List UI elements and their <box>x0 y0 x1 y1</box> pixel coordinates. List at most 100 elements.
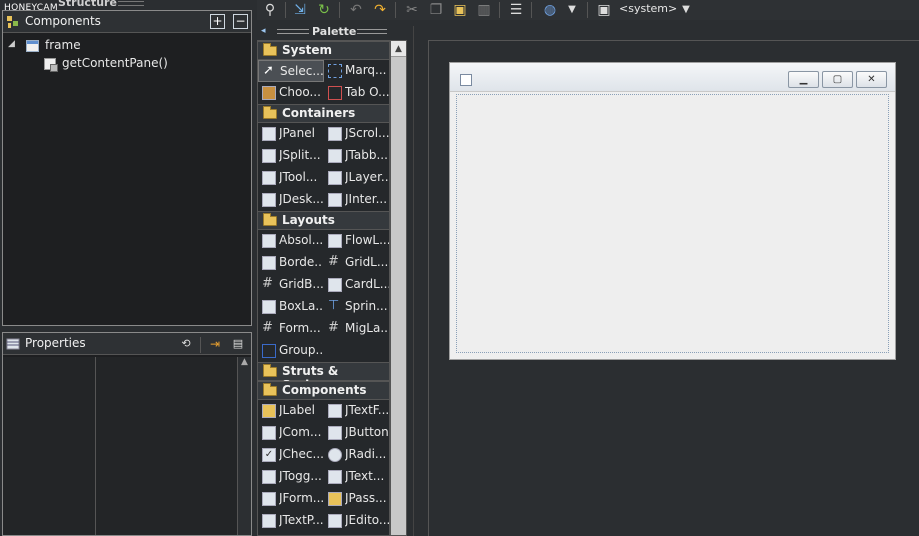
palette-item-jlayeredpane[interactable]: JLayer... <box>324 167 389 189</box>
palette-item-border-layout[interactable]: Borde... <box>258 252 324 274</box>
jframe-preview[interactable]: ▁ ▢ ✕ <box>449 62 896 360</box>
palette-item-absolute-layout[interactable]: Absol... <box>258 230 324 252</box>
jscrollpane-icon <box>328 127 342 141</box>
look-and-feel-icon[interactable]: ▣ <box>595 1 613 19</box>
palette-item-jscrollpane[interactable]: JScrol... <box>324 123 389 145</box>
palette-item-marquee[interactable]: Marq... <box>324 60 389 82</box>
key-icon <box>328 492 342 506</box>
palette-item-jtextpane[interactable]: JTextP... <box>258 510 324 532</box>
show-events-icon[interactable]: ⟲ <box>177 335 195 353</box>
collapse-all-icon[interactable]: − <box>233 14 248 29</box>
item-label: JInter... <box>345 192 388 206</box>
palette-item-spring-layout[interactable]: ⊤ Sprin... <box>324 296 389 318</box>
palette-item-jpanel[interactable]: JPanel <box>258 123 324 145</box>
tree-item-label: frame <box>45 38 81 52</box>
tree-item-frame[interactable]: ◢ frame <box>3 37 251 55</box>
refresh-icon[interactable]: ↻ <box>315 1 333 19</box>
palette-toggle-icon[interactable]: ◂ <box>261 26 266 36</box>
palette-item-jcheckbox[interactable]: ✓ JChec... <box>258 444 324 466</box>
palette-item-card-layout[interactable]: CardL... <box>324 274 389 296</box>
palette-item-jtextfield[interactable]: JTextF... <box>324 400 389 422</box>
palette-item-group-layout[interactable]: Group... <box>258 340 324 362</box>
palette-scrollbar[interactable]: ▲ <box>390 40 407 536</box>
properties-scrollbar[interactable]: ▲ <box>237 357 251 535</box>
category-components[interactable]: Components <box>258 381 389 400</box>
palette-item-jcombobox[interactable]: JCom... <box>258 422 324 444</box>
import-icon[interactable]: ⇲ <box>291 1 309 19</box>
palette-item-jbutton[interactable]: JButton <box>324 422 389 444</box>
palette-item-jtoolbar[interactable]: JTool... <box>258 167 324 189</box>
redo-icon[interactable]: ↷ <box>371 1 389 19</box>
palette-item-flow-layout[interactable]: FlowL... <box>324 230 389 252</box>
palette-item-mig-layout[interactable]: # MigLa... <box>324 318 389 340</box>
category-system[interactable]: System <box>258 41 389 60</box>
palette-item-jpasswordfield[interactable]: JPass... <box>324 488 389 510</box>
frame-icon <box>26 40 39 52</box>
cut-icon[interactable]: ✂ <box>403 1 421 19</box>
locale-globe-icon[interactable]: ◍ <box>541 1 559 19</box>
jtextarea-icon <box>328 470 342 484</box>
jlayeredpane-icon <box>328 171 342 185</box>
minimize-icon[interactable]: ▁ <box>788 71 819 88</box>
palette-item-jformattedtextfield[interactable]: JForm... <box>258 488 324 510</box>
item-label: BoxLa... <box>279 299 323 313</box>
jtogglebutton-icon <box>262 470 276 484</box>
item-label: Group... <box>279 343 323 357</box>
test-gui-icon[interactable]: ⚲ <box>261 1 279 19</box>
palette-item-jtextarea[interactable]: JText... <box>324 466 389 488</box>
palette-item-jsplitpane[interactable]: JSplit... <box>258 145 324 167</box>
expand-all-icon[interactable]: + <box>210 14 225 29</box>
paste-icon[interactable]: ▣ <box>451 1 469 19</box>
palette-item-jinternalframe[interactable]: JInter... <box>324 189 389 211</box>
close-icon[interactable]: ✕ <box>856 71 887 88</box>
palette-item-jtogglebutton[interactable]: JTogg... <box>258 466 324 488</box>
palette-item-jdesktoppane[interactable]: JDesk... <box>258 189 324 211</box>
jframe-title-bar[interactable]: ▁ ▢ ✕ <box>450 63 895 92</box>
undo-icon[interactable]: ↶ <box>347 1 365 19</box>
palette-item-form-layout[interactable]: # Form... <box>258 318 324 340</box>
properties-table[interactable] <box>3 357 237 535</box>
column-divider[interactable] <box>95 357 96 535</box>
item-label: GridL... <box>345 255 389 269</box>
palette-item-jradiobutton[interactable]: JRadi... <box>324 444 389 466</box>
item-label: JChec... <box>279 447 323 461</box>
jeditorpane-icon <box>328 514 342 528</box>
separator <box>395 2 396 18</box>
chevron-down-icon[interactable]: ▼ <box>563 1 581 19</box>
tree-item-content-pane[interactable]: getContentPane() <box>3 55 251 73</box>
category-layouts[interactable]: Layouts <box>258 211 389 230</box>
look-and-feel-select[interactable]: <system> <box>619 2 677 15</box>
item-label: JScrol... <box>345 126 389 140</box>
palette-item-choose[interactable]: Choo... <box>258 82 324 104</box>
category-containers[interactable]: Containers <box>258 104 389 123</box>
chevron-down-icon[interactable]: ▼ <box>677 1 695 19</box>
form-properties-icon[interactable]: ☰ <box>507 1 525 19</box>
palette-item-grid-layout[interactable]: # GridL... <box>324 252 389 274</box>
delete-icon[interactable]: ▥ <box>475 1 493 19</box>
expand-toggle-icon[interactable]: ◢ <box>8 39 15 49</box>
form-layout-icon: # <box>262 320 273 335</box>
drag-grip[interactable] <box>357 29 387 34</box>
maximize-icon[interactable]: ▢ <box>822 71 853 88</box>
palette-item-jeditorpane[interactable]: JEdito... <box>324 510 389 532</box>
palette-item-selection[interactable]: ➚ Selec... <box>258 60 324 82</box>
drag-grip[interactable] <box>118 1 144 6</box>
palette-item-box-layout[interactable]: BoxLa... <box>258 296 324 318</box>
drag-grip[interactable] <box>277 29 309 34</box>
container-items: JPanel JScrol... JSplit... JTabb... JToo… <box>258 123 389 211</box>
tree-item-label: getContentPane() <box>62 56 168 70</box>
palette-item-tab-order[interactable]: Tab O... <box>324 82 389 104</box>
palette-item-gridbag-layout[interactable]: # GridB... <box>258 274 324 296</box>
item-label: JTextF... <box>345 403 389 417</box>
palette-item-jlabel[interactable]: JLabel <box>258 400 324 422</box>
scroll-up-icon[interactable]: ▲ <box>391 41 406 57</box>
palette-item-jtabbedpane[interactable]: JTabb... <box>324 145 389 167</box>
content-pane[interactable] <box>456 94 889 353</box>
palette-list: System ➚ Selec... Marq... Choo... Tab O..… <box>257 40 390 536</box>
category-struts-springs[interactable]: Struts & Springs <box>258 362 389 392</box>
properties-panel: Properties ⟲ ⇥ ▤ ▲ <box>2 332 252 536</box>
radio-icon <box>328 448 342 462</box>
copy-icon[interactable]: ❐ <box>427 1 445 19</box>
advanced-properties-icon[interactable]: ▤ <box>229 335 247 353</box>
goto-definition-icon[interactable]: ⇥ <box>206 335 224 353</box>
